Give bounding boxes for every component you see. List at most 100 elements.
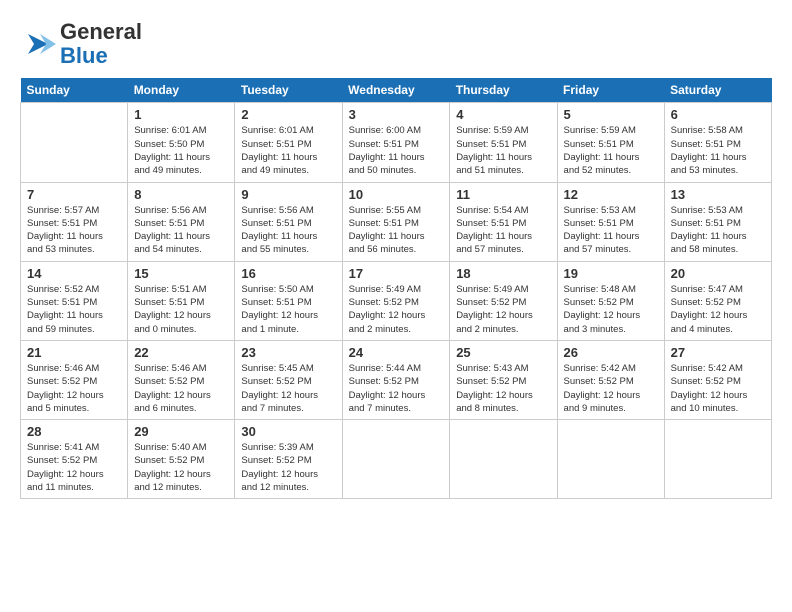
day-number: 10: [349, 187, 444, 202]
calendar-cell: 13 Sunrise: 5:53 AMSunset: 5:51 PMDayligh…: [664, 182, 771, 261]
day-number: 7: [27, 187, 121, 202]
day-info: Sunrise: 6:00 AMSunset: 5:51 PMDaylight:…: [349, 124, 444, 177]
day-info: Sunrise: 5:48 AMSunset: 5:52 PMDaylight:…: [564, 283, 658, 336]
calendar-cell: 19 Sunrise: 5:48 AMSunset: 5:52 PMDayligh…: [557, 261, 664, 340]
calendar-week-3: 14Sunrise: 5:52 AMSunset: 5:51 PMDayligh…: [21, 261, 772, 340]
calendar-cell: 7 Sunrise: 5:57 AMSunset: 5:51 PMDaylight…: [21, 182, 128, 261]
calendar-cell: 3 Sunrise: 6:00 AMSunset: 5:51 PMDaylight…: [342, 103, 450, 182]
calendar-cell: 14Sunrise: 5:52 AMSunset: 5:51 PMDayligh…: [21, 261, 128, 340]
day-number: 1: [134, 107, 228, 122]
weekday-header-wednesday: Wednesday: [342, 78, 450, 103]
weekday-header-saturday: Saturday: [664, 78, 771, 103]
calendar-cell: 25 Sunrise: 5:43 AMSunset: 5:52 PMDayligh…: [450, 340, 557, 419]
calendar-cell: 27Sunrise: 5:42 AMSunset: 5:52 PMDayligh…: [664, 340, 771, 419]
day-info: Sunrise: 5:47 AMSunset: 5:52 PMDaylight:…: [671, 283, 765, 336]
day-info: Sunrise: 5:45 AMSunset: 5:52 PMDaylight:…: [241, 362, 335, 415]
calendar-cell: [557, 420, 664, 499]
day-number: 23: [241, 345, 335, 360]
weekday-header-monday: Monday: [128, 78, 235, 103]
calendar-cell: 8 Sunrise: 5:56 AMSunset: 5:51 PMDaylight…: [128, 182, 235, 261]
day-number: 24: [349, 345, 444, 360]
day-info: Sunrise: 5:52 AMSunset: 5:51 PMDaylight:…: [27, 283, 121, 336]
calendar-cell: 15Sunrise: 5:51 AMSunset: 5:51 PMDayligh…: [128, 261, 235, 340]
day-number: 5: [564, 107, 658, 122]
day-info: Sunrise: 5:57 AMSunset: 5:51 PMDaylight:…: [27, 204, 121, 257]
day-number: 26: [564, 345, 658, 360]
day-info: Sunrise: 5:39 AMSunset: 5:52 PMDaylight:…: [241, 441, 335, 494]
calendar-cell: 5 Sunrise: 5:59 AMSunset: 5:51 PMDaylight…: [557, 103, 664, 182]
calendar-cell: 12Sunrise: 5:53 AMSunset: 5:51 PMDayligh…: [557, 182, 664, 261]
calendar-cell: 26 Sunrise: 5:42 AMSunset: 5:52 PMDayligh…: [557, 340, 664, 419]
day-number: 21: [27, 345, 121, 360]
day-number: 29: [134, 424, 228, 439]
calendar-cell: 6 Sunrise: 5:58 AMSunset: 5:51 PMDaylight…: [664, 103, 771, 182]
day-number: 28: [27, 424, 121, 439]
calendar-week-2: 7 Sunrise: 5:57 AMSunset: 5:51 PMDaylight…: [21, 182, 772, 261]
day-info: Sunrise: 5:54 AMSunset: 5:51 PMDaylight:…: [456, 204, 550, 257]
day-info: Sunrise: 5:53 AMSunset: 5:51 PMDaylight:…: [671, 204, 765, 257]
day-info: Sunrise: 5:49 AMSunset: 5:52 PMDaylight:…: [456, 283, 550, 336]
calendar-cell: 21 Sunrise: 5:46 AMSunset: 5:52 PMDayligh…: [21, 340, 128, 419]
calendar-cell: [450, 420, 557, 499]
day-number: 3: [349, 107, 444, 122]
calendar-cell: 30 Sunrise: 5:39 AMSunset: 5:52 PMDayligh…: [235, 420, 342, 499]
day-info: Sunrise: 6:01 AMSunset: 5:50 PMDaylight:…: [134, 124, 228, 177]
day-info: Sunrise: 5:59 AMSunset: 5:51 PMDaylight:…: [456, 124, 550, 177]
weekday-header-thursday: Thursday: [450, 78, 557, 103]
page-header: GeneralBlue: [20, 20, 772, 68]
weekday-header-friday: Friday: [557, 78, 664, 103]
day-number: 8: [134, 187, 228, 202]
day-number: 18: [456, 266, 550, 281]
day-number: 16: [241, 266, 335, 281]
calendar-cell: [664, 420, 771, 499]
day-info: Sunrise: 5:42 AMSunset: 5:52 PMDaylight:…: [564, 362, 658, 415]
calendar-week-1: 1 Sunrise: 6:01 AMSunset: 5:50 PMDaylight…: [21, 103, 772, 182]
calendar-cell: 1 Sunrise: 6:01 AMSunset: 5:50 PMDaylight…: [128, 103, 235, 182]
day-number: 25: [456, 345, 550, 360]
calendar-cell: 18 Sunrise: 5:49 AMSunset: 5:52 PMDayligh…: [450, 261, 557, 340]
calendar-cell: 24Sunrise: 5:44 AMSunset: 5:52 PMDayligh…: [342, 340, 450, 419]
day-number: 19: [564, 266, 658, 281]
day-number: 11: [456, 187, 550, 202]
day-info: Sunrise: 5:42 AMSunset: 5:52 PMDaylight:…: [671, 362, 765, 415]
day-number: 17: [349, 266, 444, 281]
day-info: Sunrise: 5:40 AMSunset: 5:52 PMDaylight:…: [134, 441, 228, 494]
calendar-cell: 4 Sunrise: 5:59 AMSunset: 5:51 PMDaylight…: [450, 103, 557, 182]
day-info: Sunrise: 5:46 AMSunset: 5:52 PMDaylight:…: [134, 362, 228, 415]
calendar-cell: 10 Sunrise: 5:55 AMSunset: 5:51 PMDayligh…: [342, 182, 450, 261]
calendar-week-4: 21 Sunrise: 5:46 AMSunset: 5:52 PMDayligh…: [21, 340, 772, 419]
logo-text: GeneralBlue: [60, 20, 142, 68]
day-info: Sunrise: 5:58 AMSunset: 5:51 PMDaylight:…: [671, 124, 765, 177]
calendar-week-5: 28 Sunrise: 5:41 AMSunset: 5:52 PMDayligh…: [21, 420, 772, 499]
day-info: Sunrise: 5:59 AMSunset: 5:51 PMDaylight:…: [564, 124, 658, 177]
day-number: 13: [671, 187, 765, 202]
calendar-header-row: SundayMondayTuesdayWednesdayThursdayFrid…: [21, 78, 772, 103]
calendar-cell: 29 Sunrise: 5:40 AMSunset: 5:52 PMDayligh…: [128, 420, 235, 499]
day-info: Sunrise: 5:51 AMSunset: 5:51 PMDaylight:…: [134, 283, 228, 336]
calendar-cell: 22 Sunrise: 5:46 AMSunset: 5:52 PMDayligh…: [128, 340, 235, 419]
day-number: 12: [564, 187, 658, 202]
weekday-header-tuesday: Tuesday: [235, 78, 342, 103]
day-number: 20: [671, 266, 765, 281]
calendar-cell: 28 Sunrise: 5:41 AMSunset: 5:52 PMDayligh…: [21, 420, 128, 499]
calendar-table: SundayMondayTuesdayWednesdayThursdayFrid…: [20, 78, 772, 499]
day-info: Sunrise: 5:43 AMSunset: 5:52 PMDaylight:…: [456, 362, 550, 415]
calendar-cell: [342, 420, 450, 499]
day-info: Sunrise: 5:49 AMSunset: 5:52 PMDaylight:…: [349, 283, 444, 336]
day-number: 4: [456, 107, 550, 122]
logo-icon: [20, 26, 56, 62]
weekday-header-sunday: Sunday: [21, 78, 128, 103]
day-info: Sunrise: 6:01 AMSunset: 5:51 PMDaylight:…: [241, 124, 335, 177]
day-number: 6: [671, 107, 765, 122]
calendar-cell: 23 Sunrise: 5:45 AMSunset: 5:52 PMDayligh…: [235, 340, 342, 419]
day-info: Sunrise: 5:41 AMSunset: 5:52 PMDaylight:…: [27, 441, 121, 494]
day-number: 30: [241, 424, 335, 439]
calendar-cell: 17 Sunrise: 5:49 AMSunset: 5:52 PMDayligh…: [342, 261, 450, 340]
calendar-cell: [21, 103, 128, 182]
day-info: Sunrise: 5:46 AMSunset: 5:52 PMDaylight:…: [27, 362, 121, 415]
day-info: Sunrise: 5:56 AMSunset: 5:51 PMDaylight:…: [134, 204, 228, 257]
day-info: Sunrise: 5:55 AMSunset: 5:51 PMDaylight:…: [349, 204, 444, 257]
day-number: 2: [241, 107, 335, 122]
calendar-cell: 20 Sunrise: 5:47 AMSunset: 5:52 PMDayligh…: [664, 261, 771, 340]
day-number: 22: [134, 345, 228, 360]
